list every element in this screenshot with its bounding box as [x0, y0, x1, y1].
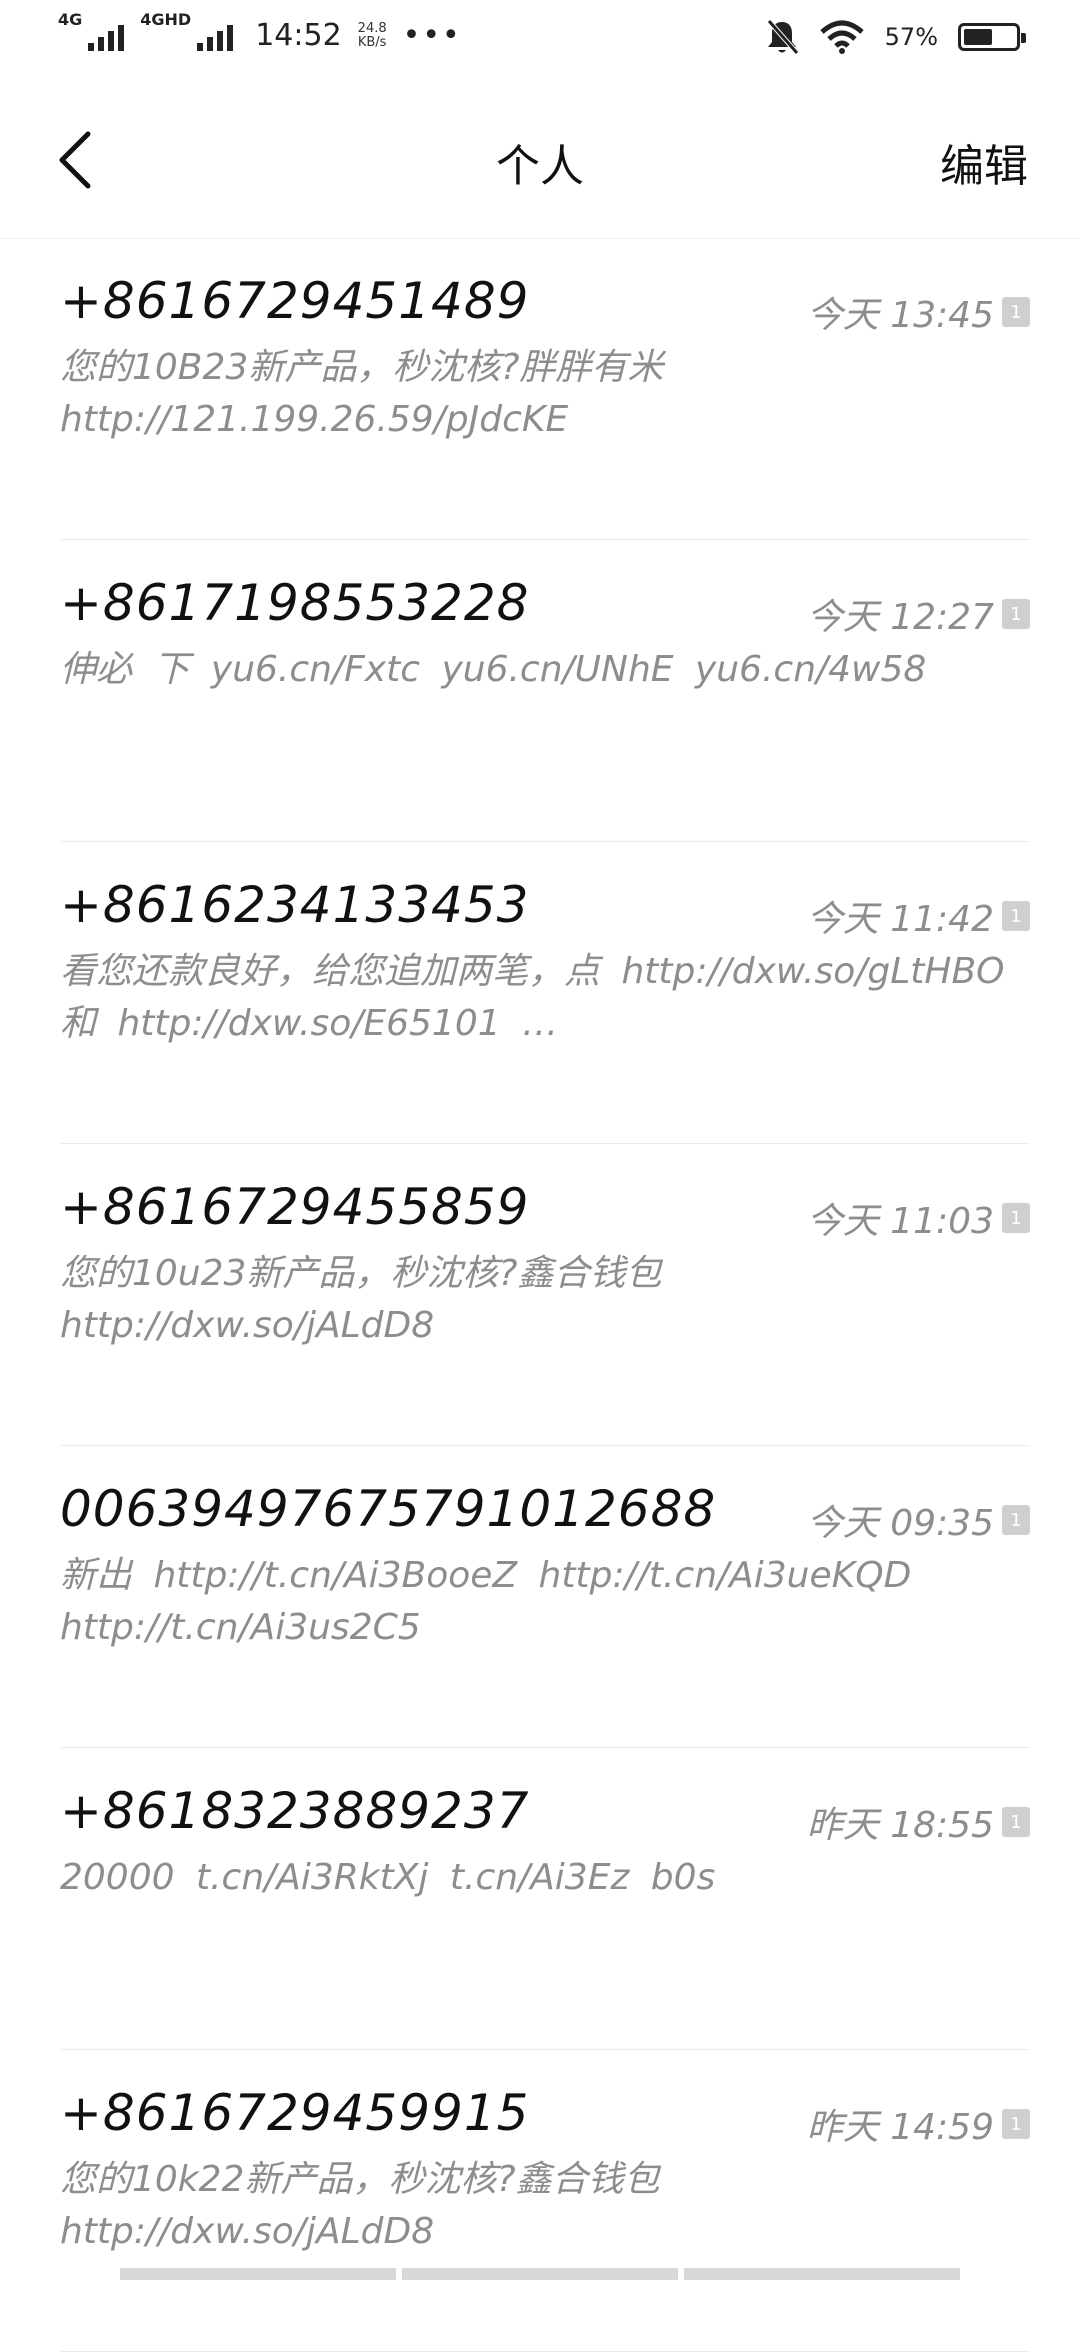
sim-card-icon: 1: [1002, 901, 1030, 931]
message-preview: 伸必 下 yu6.cn/Fxtc yu6.cn/UNhE yu6.cn/4w58: [60, 649, 927, 690]
message-list: +8616729451489 今天 13:45 1 您的10B23新产品，秒沈核?胖胖…: [0, 238, 1080, 2352]
message-time: 今天 11:42: [806, 899, 994, 940]
message-time: 今天 12:27: [806, 597, 994, 638]
wifi-icon: [819, 20, 864, 54]
message-time: 今天 11:03: [806, 1201, 994, 1242]
message-time: 昨天 14:59: [806, 2107, 994, 2148]
message-preview: 您的10u23新产品，秒沈核?鑫合钱包 http://dxw.so/jALdD8: [60, 1253, 662, 1346]
battery-fill: [964, 29, 992, 45]
sim-card-icon: 1: [1002, 2109, 1030, 2139]
signal-bars-icon: [88, 21, 125, 51]
message-time-group: 今天 12:27 1: [807, 588, 1030, 640]
sender-number: +8616729459915: [60, 2084, 530, 2142]
status-time: 14:52: [255, 18, 342, 53]
network-type-label: 4G: [58, 9, 83, 29]
message-item[interactable]: +8616729451489 今天 13:45 1 您的10B23新产品，秒沈核?胖胖…: [0, 238, 1080, 540]
sender-number: +8616234133453: [60, 876, 530, 934]
signal-1: 4G: [58, 10, 125, 51]
message-item[interactable]: +8617198553228 今天 12:27 1 伸必 下 yu6.cn/Fxtc …: [0, 540, 1080, 842]
scroll-segment: [684, 2268, 960, 2280]
signal-2: 4GHD: [140, 10, 234, 51]
page-title: 个人: [496, 141, 584, 192]
sim-card-icon: 1: [1002, 297, 1030, 327]
message-time-group: 昨天 14:59 1: [807, 2098, 1030, 2150]
sim-card-icon: 1: [1002, 1505, 1030, 1535]
message-preview: 新出 http://t.cn/Ai3BooeZ http://t.cn/Ai3u…: [60, 1555, 912, 1648]
sender-number: +8616729451489: [60, 272, 530, 330]
message-item[interactable]: +8616729459915 昨天 14:59 1 您的10k22新产品，秒沈核?鑫合…: [0, 2050, 1080, 2352]
scroll-segment: [402, 2268, 678, 2280]
signal-bars-icon-2: [197, 21, 234, 51]
battery-percent: 57%: [884, 23, 938, 51]
network-speed: 24.8 KB/s: [357, 20, 387, 50]
message-preview: 您的10B23新产品，秒沈核?胖胖有米 http://121.199.26.59…: [60, 347, 664, 440]
message-preview: 您的10k22新产品，秒沈核?鑫合钱包 http://dxw.so/jALdD8: [60, 2159, 660, 2252]
message-time: 今天 13:45: [806, 295, 994, 336]
sim-card-icon: 1: [1002, 1807, 1030, 1837]
message-time: 昨天 18:55: [806, 1805, 994, 1846]
more-notifications-icon: •••: [402, 18, 462, 53]
sender-number: +8618323889237: [60, 1782, 530, 1840]
sim-card-icon: 1: [1002, 599, 1030, 629]
sender-number: 00639497675791012688: [60, 1480, 717, 1538]
bottom-scroll-indicator: [120, 2268, 960, 2280]
scroll-segment: [120, 2268, 396, 2280]
sender-number: +8616729455859: [60, 1178, 530, 1236]
message-item[interactable]: +8616729455859 今天 11:03 1 您的10u23新产品，秒沈核?鑫合…: [0, 1144, 1080, 1446]
message-item[interactable]: 00639497675791012688 今天 09:35 1 新出 http://t…: [0, 1446, 1080, 1748]
mute-bell-icon: [766, 19, 799, 55]
battery-icon: [958, 23, 1026, 51]
message-time-group: 昨天 18:55 1: [807, 1796, 1030, 1848]
message-time-group: 今天 13:45 1: [807, 286, 1030, 338]
app-header: 个人 编辑: [0, 86, 1080, 239]
message-item[interactable]: +8618323889237 昨天 18:55 1 20000 t.cn/Ai3Rkt…: [0, 1748, 1080, 2050]
sender-number: +8617198553228: [60, 574, 530, 632]
message-item[interactable]: +8616234133453 今天 11:42 1 看您还款良好，给您追加两笔，点 h…: [0, 842, 1080, 1144]
network-type-label-2: 4GHD: [140, 9, 192, 29]
message-preview: 20000 t.cn/Ai3RktXj t.cn/Ai3Ez b0s: [60, 1857, 716, 1898]
network-speed-unit: KB/s: [357, 34, 387, 50]
status-bar: 4G 4GHD 14:52 24.8 KB/s ••• 57%: [0, 0, 1080, 86]
message-time-group: 今天 11:03 1: [807, 1192, 1030, 1244]
message-time-group: 今天 11:42 1: [807, 890, 1030, 942]
message-preview: 看您还款良好，给您追加两笔，点 http://dxw.so/gLtHBO 和 h…: [60, 951, 1005, 1044]
message-time: 今天 09:35: [806, 1503, 994, 1544]
edit-button[interactable]: 编辑: [940, 130, 1028, 194]
sim-card-icon: 1: [1002, 1203, 1030, 1233]
message-time-group: 今天 09:35 1: [807, 1494, 1030, 1546]
network-speed-value: 24.8: [357, 20, 387, 36]
